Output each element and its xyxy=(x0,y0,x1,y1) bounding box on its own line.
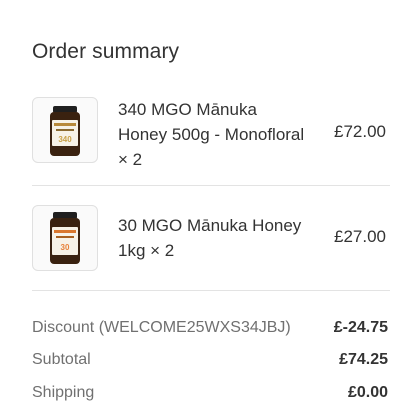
product-image: 30 xyxy=(32,205,98,271)
order-line-item: 30 30 MGO Mānuka Honey 1kg × 2 £27.00 xyxy=(32,205,390,271)
product-image: 340 xyxy=(32,97,98,163)
svg-text:30: 30 xyxy=(61,243,70,252)
discount-label: Discount (WELCOME25WXS34JBJ) xyxy=(32,319,291,336)
item-price: £72.00 xyxy=(334,122,386,141)
item-price: £27.00 xyxy=(334,227,386,246)
order-summary-title: Order summary xyxy=(32,40,180,63)
discount-value: £-24.75 xyxy=(333,319,388,336)
svg-text:340: 340 xyxy=(58,135,72,144)
honey-jar-icon: 30 xyxy=(50,212,80,264)
subtotal-value: £74.25 xyxy=(339,351,388,368)
order-line-item: 340 340 MGO Mānuka Honey 500g - Monoflor… xyxy=(32,97,390,169)
item-name: 340 MGO Mānuka Honey 500g - Monofloral ×… xyxy=(118,100,305,169)
honey-jar-icon: 340 xyxy=(50,106,80,156)
divider xyxy=(32,290,390,291)
item-name: 30 MGO Mānuka Honey 1kg × 2 xyxy=(118,216,302,260)
divider xyxy=(32,185,390,186)
subtotal-label: Subtotal xyxy=(32,351,91,368)
shipping-value: £0.00 xyxy=(347,384,388,401)
shipping-label: Shipping xyxy=(32,384,95,401)
